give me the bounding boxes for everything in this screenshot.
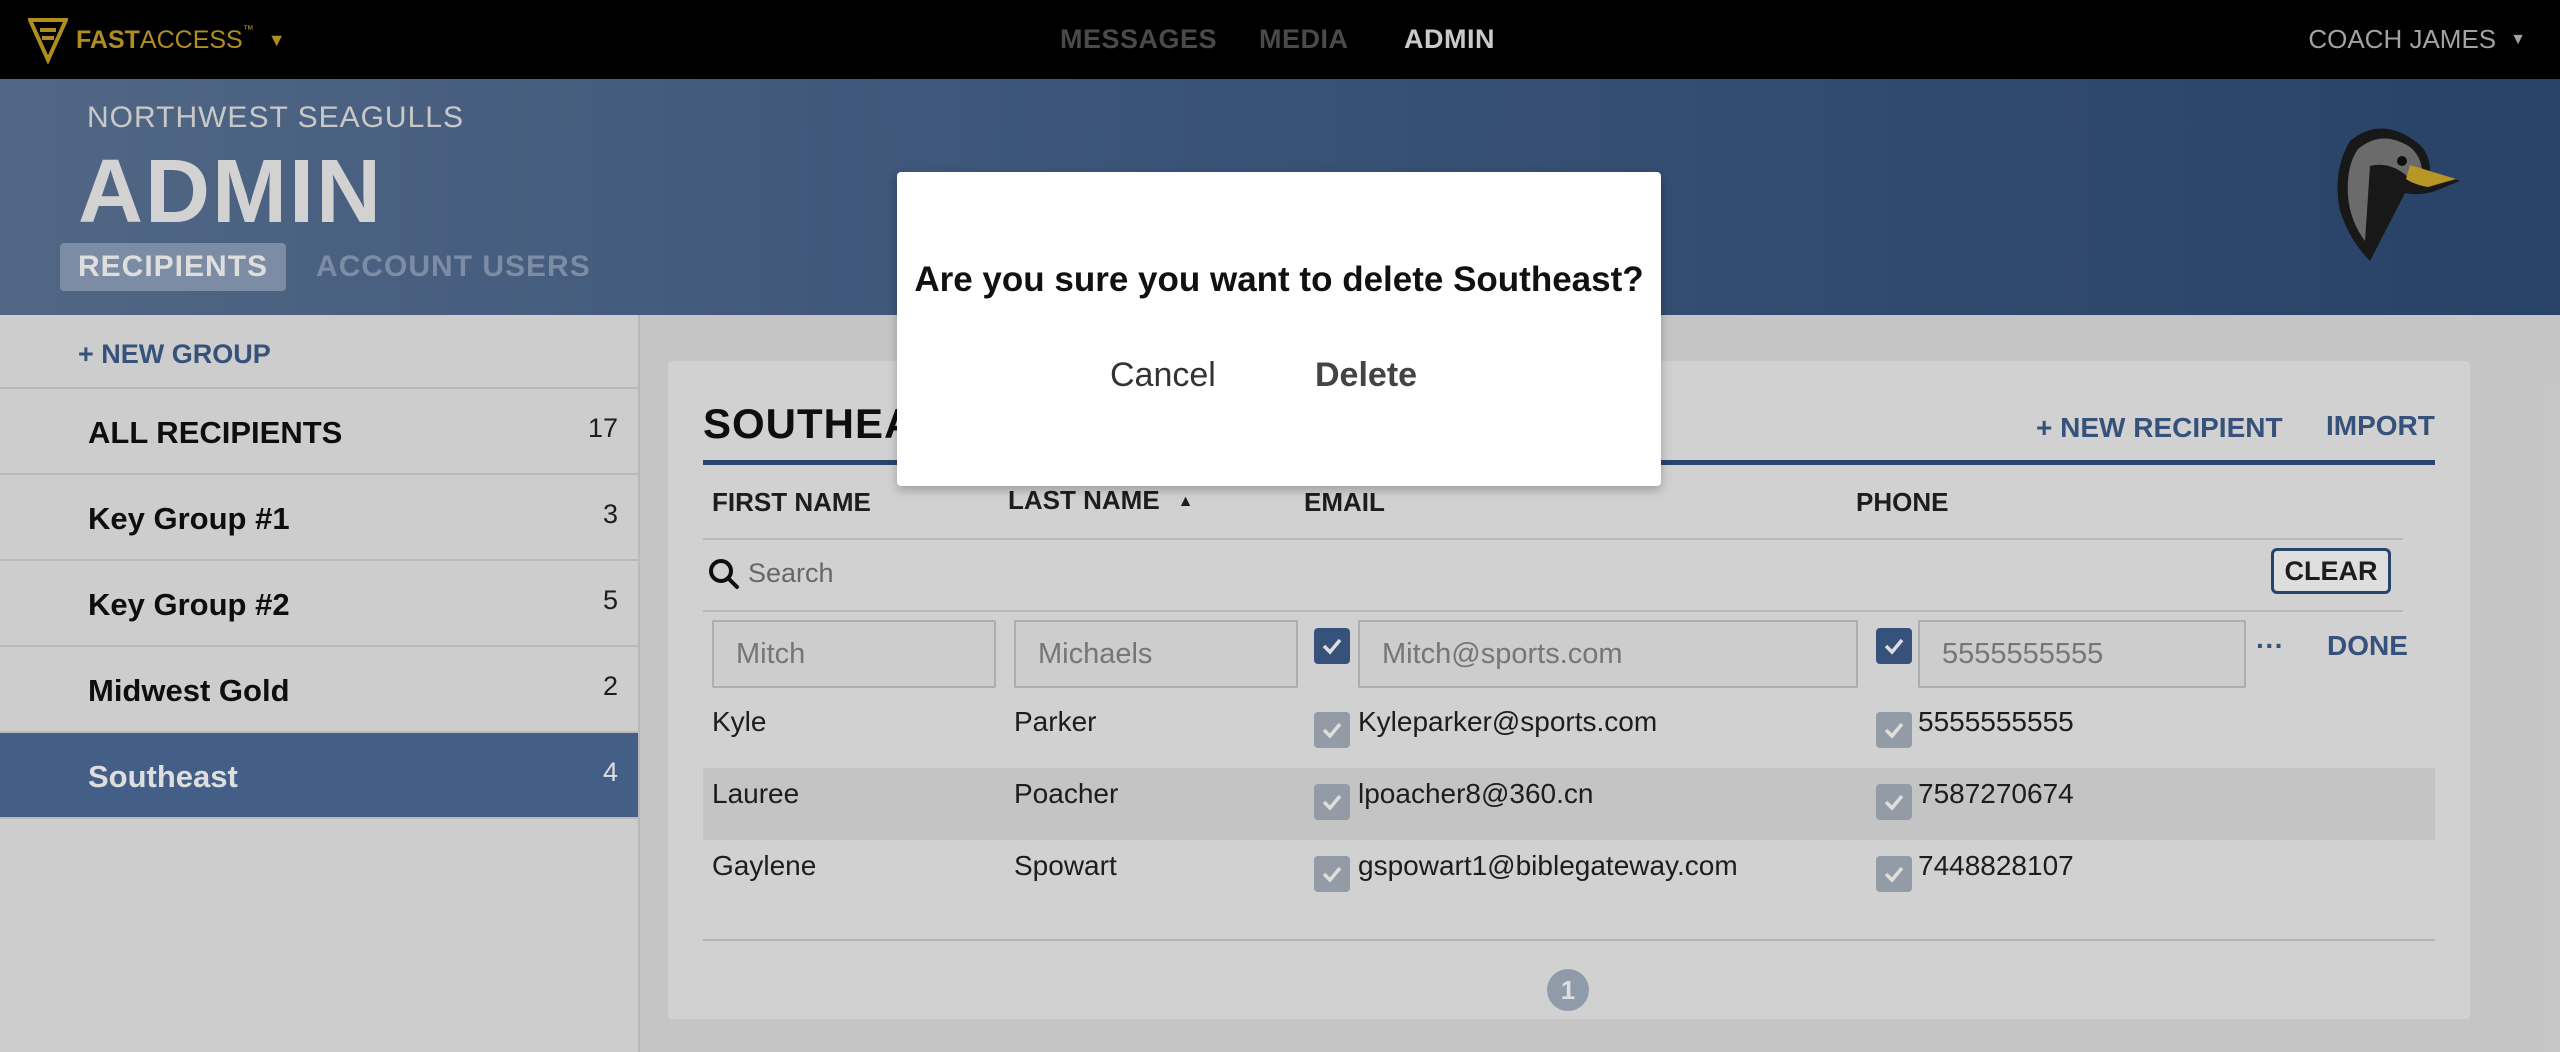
delete-confirm-dialog: Are you sure you want to delete Southeas… xyxy=(897,172,1661,486)
modal-backdrop[interactable] xyxy=(0,0,2560,1052)
dialog-message: Are you sure you want to delete Southeas… xyxy=(914,260,1644,299)
delete-button[interactable]: Delete xyxy=(1315,356,1417,395)
cancel-button[interactable]: Cancel xyxy=(1110,356,1216,395)
